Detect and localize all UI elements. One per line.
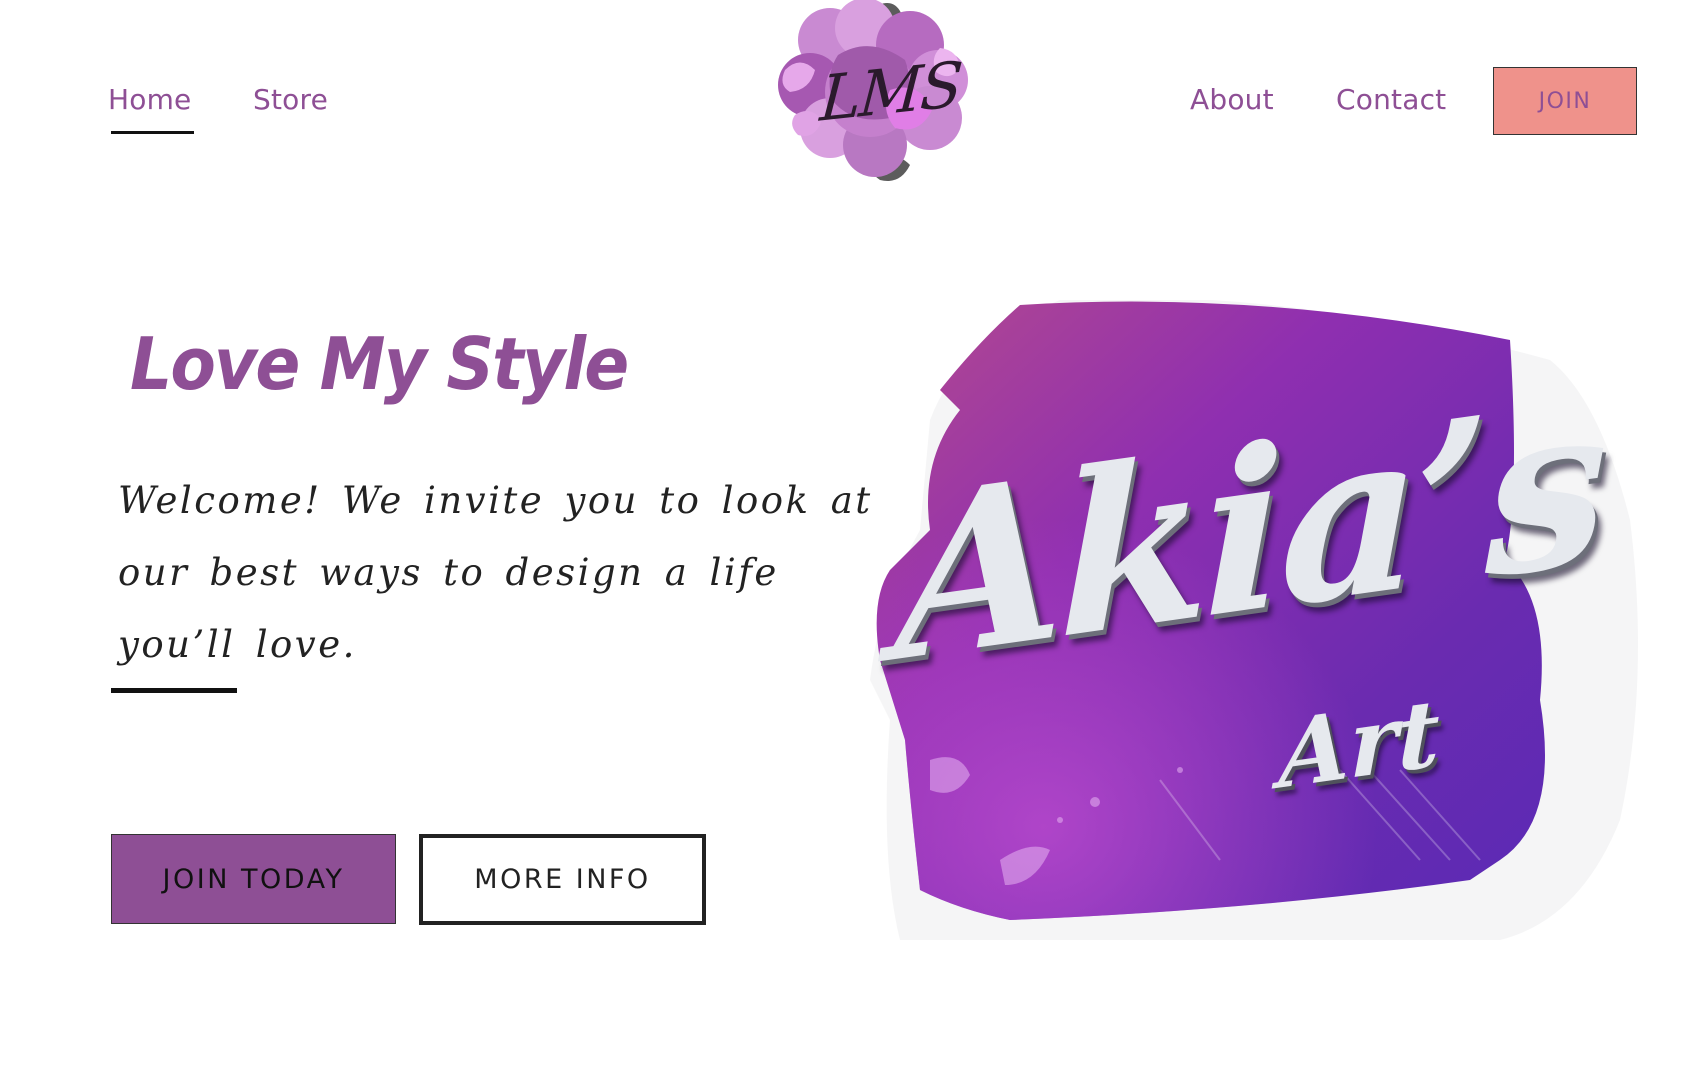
nav-contact-link[interactable]: Contact (1336, 83, 1446, 116)
more-info-button[interactable]: MORE INFO (419, 834, 706, 925)
art-word-art: Art (1278, 678, 1440, 810)
nav-store-link[interactable]: Store (253, 83, 328, 116)
nav-active-underline (111, 131, 194, 134)
hero-welcome-text: Welcome! We invite you to look at our be… (118, 479, 873, 666)
nav-about-link[interactable]: About (1190, 83, 1274, 116)
join-button[interactable]: JOIN (1493, 67, 1637, 135)
logo-monogram: LMS (817, 47, 964, 136)
landing-page: Home Store LMS About Contact JOIN Love M… (0, 0, 1690, 1080)
nav-home-link[interactable]: Home (108, 83, 192, 116)
hero-title: Love My Style (130, 322, 629, 406)
join-today-button[interactable]: JOIN TODAY (111, 834, 396, 924)
hero-divider (111, 688, 237, 693)
